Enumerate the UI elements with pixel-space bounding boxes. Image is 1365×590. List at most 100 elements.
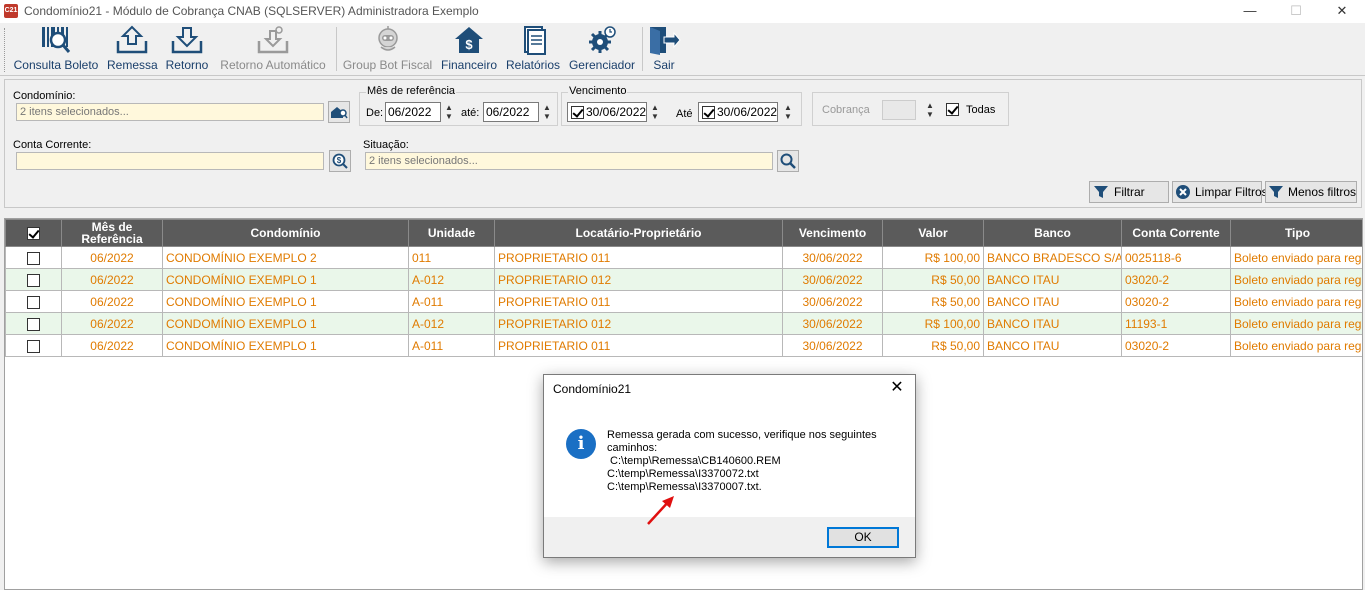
cell-valor: R$ 100,00 (882, 312, 984, 335)
vencimento-ate-label: Até (676, 108, 693, 120)
select-all-header[interactable] (5, 219, 62, 247)
mes-ate-label: até: (461, 107, 480, 119)
menos-filtros-label: Menos filtros (1288, 185, 1357, 199)
cell-condominio: CONDOMÍNIO EXEMPLO 1 (162, 290, 409, 313)
remessa-button[interactable]: Remessa (107, 25, 158, 74)
cell-vencimento: 30/06/2022 (782, 334, 883, 357)
header-conta-corrente[interactable]: Conta Corrente (1121, 219, 1231, 247)
header-banco[interactable]: Banco (983, 219, 1122, 247)
header-tipo[interactable]: Tipo (1230, 219, 1362, 247)
header-unidade[interactable]: Unidade (408, 219, 495, 247)
retorno-automatico-label: Retorno Automático (220, 58, 326, 72)
conta-corrente-field[interactable] (16, 152, 324, 170)
row-checkbox[interactable] (27, 273, 40, 287)
row-checkbox[interactable] (27, 251, 40, 265)
cell-banco: BANCO ITAU (983, 312, 1122, 335)
mes-referencia-title: Mês de referência (366, 85, 457, 97)
sair-button[interactable]: Sair (646, 25, 682, 74)
maximize-button[interactable]: ☐ (1273, 0, 1319, 23)
window-title: Condomínio21 - Módulo de Cobrança CNAB (… (24, 4, 479, 18)
barcode-search-icon (42, 27, 71, 53)
row-select-cell[interactable] (5, 246, 62, 269)
consulta-boleto-label: Consulta Boleto (13, 58, 99, 72)
message-dialog: Condomínio21 ✕ i Remessa gerada com suce… (543, 374, 916, 558)
cell-locatario: PROPRIETARIO 012 (494, 268, 783, 291)
toolbar-grip[interactable] (4, 28, 7, 72)
ok-button[interactable]: OK (827, 527, 899, 548)
cobranca-input[interactable] (882, 100, 916, 120)
toolbar-separator (642, 27, 643, 71)
gerenciador-button[interactable]: Gerenciador (568, 25, 636, 74)
vencimento-de-checkbox[interactable] (571, 106, 584, 119)
gear-clock-icon (589, 26, 616, 53)
vencimento-ate-checkbox[interactable] (702, 106, 715, 119)
close-window-button[interactable]: ✕ (1319, 0, 1365, 23)
financeiro-button[interactable]: $ Financeiro (439, 25, 499, 74)
row-select-cell[interactable] (5, 312, 62, 335)
conta-corrente-label: Conta Corrente: (13, 139, 92, 151)
relatorios-button[interactable]: Relatórios (504, 25, 562, 74)
app-logo-icon: C21 (4, 4, 18, 18)
grid-header-row: Mês de Referência Condomínio Unidade Loc… (5, 219, 1362, 247)
table-row[interactable]: 06/2022 CONDOMÍNIO EXEMPLO 1 A-012 PROPR… (5, 312, 1362, 335)
todas-checkbox[interactable] (946, 103, 959, 116)
table-row[interactable]: 06/2022 CONDOMÍNIO EXEMPLO 1 A-011 PROPR… (5, 334, 1362, 357)
header-vencimento[interactable]: Vencimento (782, 219, 883, 247)
vencimento-ate-spinner[interactable]: ▲ ▼ (783, 103, 793, 123)
select-all-checkbox[interactable] (27, 226, 40, 240)
robot-icon (377, 26, 398, 51)
situacao-field[interactable]: 2 itens selecionados... (365, 152, 773, 170)
condominio-lookup-button[interactable] (328, 101, 350, 123)
conta-corrente-lookup-button[interactable]: $ (329, 150, 351, 172)
minimize-button[interactable]: — (1227, 0, 1273, 23)
vencimento-group: Vencimento 30/06/2022 ▲ ▼ Até 30/06/2022 … (561, 85, 802, 126)
filtrar-label: Filtrar (1114, 185, 1145, 199)
row-select-cell[interactable] (5, 334, 62, 357)
group-bot-fiscal-button[interactable]: Group Bot Fiscal (342, 25, 433, 74)
menos-filtros-button[interactable]: Menos filtros (1265, 181, 1357, 203)
dialog-close-button[interactable]: ✕ (885, 377, 909, 399)
cell-mes: 06/2022 (61, 246, 163, 269)
header-condominio[interactable]: Condomínio (162, 219, 409, 247)
row-checkbox[interactable] (27, 339, 40, 353)
cell-conta: 03020-2 (1121, 334, 1231, 357)
header-mes-referencia[interactable]: Mês de Referência (61, 219, 163, 247)
toolbar-separator (336, 27, 337, 71)
cell-vencimento: 30/06/2022 (782, 246, 883, 269)
svg-text:$: $ (337, 156, 342, 165)
filtrar-button[interactable]: Filtrar (1089, 181, 1169, 203)
header-locatario[interactable]: Locatário-Proprietário (494, 219, 783, 247)
situacao-label: Situação: (363, 139, 409, 151)
dialog-title: Condomínio21 (553, 382, 632, 396)
table-row[interactable]: 06/2022 CONDOMÍNIO EXEMPLO 1 A-012 PROPR… (5, 268, 1362, 291)
clear-icon (1175, 183, 1191, 201)
row-checkbox[interactable] (27, 295, 40, 309)
row-checkbox[interactable] (27, 317, 40, 331)
cell-unidade: A-012 (408, 268, 495, 291)
toolbar: Consulta Boleto Remessa Retorno Retorno … (0, 23, 1365, 76)
annotation-arrow-icon (647, 496, 674, 525)
retorno-automatico-button[interactable]: Retorno Automático (217, 25, 329, 74)
mes-ate-spinner[interactable]: ▲ ▼ (542, 103, 552, 123)
retorno-button[interactable]: Retorno (163, 25, 211, 74)
consulta-boleto-button[interactable]: Consulta Boleto (12, 25, 100, 74)
cell-vencimento: 30/06/2022 (782, 312, 883, 335)
table-row[interactable]: 06/2022 CONDOMÍNIO EXEMPLO 1 A-011 PROPR… (5, 290, 1362, 313)
mes-ate-input[interactable]: 06/2022 (483, 102, 539, 122)
cell-condominio: CONDOMÍNIO EXEMPLO 2 (162, 246, 409, 269)
mes-de-input[interactable]: 06/2022 (385, 102, 441, 122)
header-valor[interactable]: Valor (882, 219, 984, 247)
condominio-field[interactable]: 2 itens selecionados... (16, 103, 324, 121)
vencimento-de-spinner[interactable]: ▲ ▼ (650, 103, 660, 123)
dialog-path-line: C:\temp\Remessa\CB140600.REM (607, 455, 781, 467)
mes-de-spinner[interactable]: ▲ ▼ (444, 103, 454, 123)
cell-valor: R$ 50,00 (882, 290, 984, 313)
svg-text:$: $ (465, 37, 473, 52)
situacao-search-button[interactable] (777, 150, 799, 172)
row-select-cell[interactable] (5, 290, 62, 313)
table-row[interactable]: 06/2022 CONDOMÍNIO EXEMPLO 2 011 PROPRIE… (5, 246, 1362, 269)
cell-valor: R$ 50,00 (882, 268, 984, 291)
row-select-cell[interactable] (5, 268, 62, 291)
limpar-filtros-button[interactable]: Limpar Filtros (1172, 181, 1268, 203)
cobranca-spinner[interactable]: ▲ ▼ (925, 101, 935, 121)
